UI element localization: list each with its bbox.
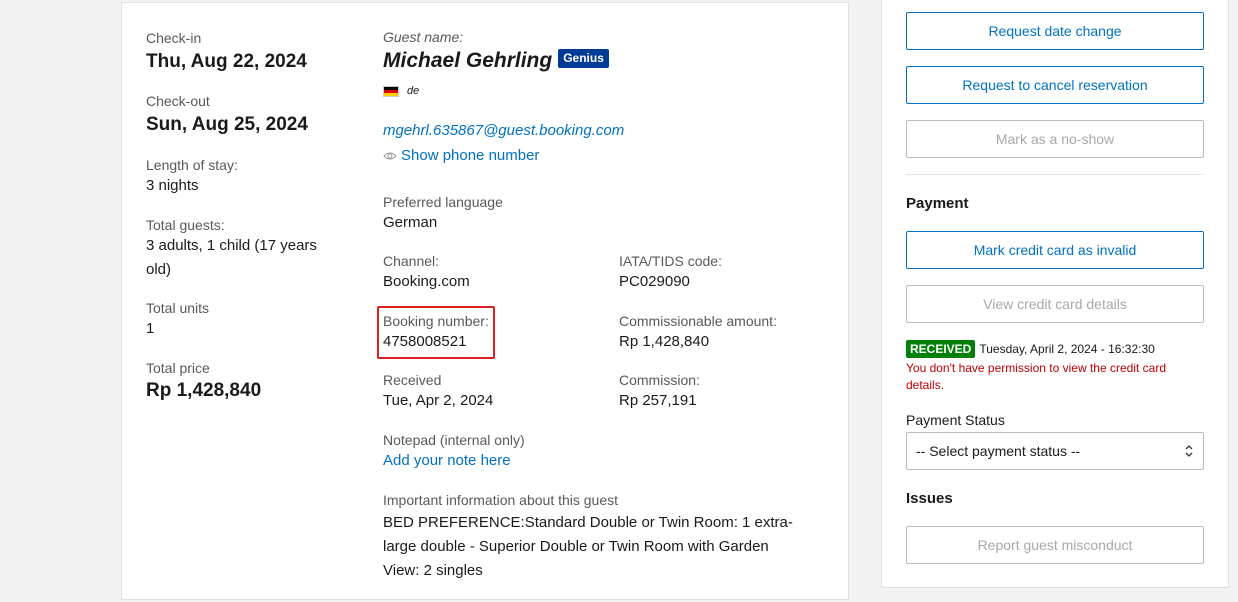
checkin-label: Check-in [146, 30, 202, 46]
view-card-details-button[interactable]: View credit card details [906, 285, 1204, 323]
total-price-label: Total price [146, 360, 210, 376]
total-guests-value: 3 adults, 1 child (17 years old) [146, 237, 317, 278]
important-info-field: Important information about this guest B… [383, 491, 803, 583]
commission-label: Commission: [619, 372, 700, 388]
length-of-stay-label: Length of stay: [146, 157, 238, 173]
request-cancel-button[interactable]: Request to cancel reservation [906, 66, 1204, 104]
guest-name: Michael Gehrling [383, 49, 553, 72]
language-code: de [407, 85, 420, 97]
length-of-stay-value: 3 nights [146, 177, 199, 194]
germany-flag-icon [383, 85, 399, 97]
guest-name-label: Guest name: [383, 29, 464, 45]
show-phone-number-link[interactable]: Show phone number [401, 145, 539, 167]
commission-value: Rp 257,191 [619, 392, 697, 409]
total-units-label: Total units [146, 300, 210, 316]
iata-field: IATA/TIDS code: PC029090 [619, 252, 722, 294]
checkout-value: Sun, Aug 25, 2024 [146, 114, 308, 135]
divider [906, 174, 1204, 175]
payment-received-row: RECEIVED Tuesday, April 2, 2024 - 16:32:… [906, 340, 1155, 358]
guest-name-row: Michael Gehrling Genius [383, 48, 609, 73]
iata-label: IATA/TIDS code: [619, 253, 722, 269]
preferred-language-field: Preferred language German [383, 193, 503, 235]
commission-field: Commission: Rp 257,191 [619, 371, 700, 413]
preferred-language-label: Preferred language [383, 194, 503, 210]
notepad-field: Notepad (internal only) Add your note he… [383, 431, 525, 472]
important-info-label: Important information about this guest [383, 492, 619, 508]
channel-field: Channel: Booking.com [383, 252, 470, 294]
report-misconduct-button[interactable]: Report guest misconduct [906, 526, 1204, 564]
total-price-value: Rp 1,428,840 [146, 380, 262, 401]
reservation-details-card: Check-in Thu, Aug 22, 2024 Check-out Sun… [121, 2, 849, 600]
add-note-link[interactable]: Add your note here [383, 450, 525, 472]
total-guests-label: Total guests: [146, 217, 225, 233]
chevron-updown-icon [1185, 445, 1193, 457]
request-date-change-button[interactable]: Request date change [906, 12, 1204, 50]
genius-badge: Genius [558, 48, 609, 68]
mark-no-show-button[interactable]: Mark as a no-show [906, 120, 1204, 158]
show-phone-row[interactable]: Show phone number [383, 145, 539, 167]
received-timestamp: Tuesday, April 2, 2024 - 16:32:30 [979, 342, 1155, 356]
total-units-value: 1 [146, 320, 155, 337]
checkin-value: Thu, Aug 22, 2024 [146, 51, 307, 72]
actions-panel: Request date change Request to cancel re… [881, 0, 1229, 588]
notepad-label: Notepad (internal only) [383, 432, 525, 448]
commissionable-value: Rp 1,428,840 [619, 333, 710, 350]
received-value: Tue, Apr 2, 2024 [383, 392, 494, 409]
booking-number-value: 4758008521 [383, 333, 467, 350]
issues-title: Issues [906, 490, 953, 507]
commissionable-field: Commissionable amount: Rp 1,428,840 [619, 312, 777, 354]
payment-status-selected: -- Select payment status -- [916, 443, 1081, 459]
commissionable-label: Commissionable amount: [619, 313, 777, 329]
booking-number-field: Booking number: 4758008521 [383, 312, 489, 354]
channel-label: Channel: [383, 253, 440, 269]
important-info-value: BED PREFERENCE:Standard Double or Twin R… [383, 514, 793, 579]
payment-status-label: Payment Status [906, 412, 1005, 428]
received-badge: RECEIVED [906, 340, 976, 358]
eye-icon [383, 152, 397, 160]
payment-title: Payment [906, 195, 969, 212]
mark-card-invalid-button[interactable]: Mark credit card as invalid [906, 231, 1204, 269]
checkout-label: Check-out [146, 93, 210, 109]
preferred-language-value: German [383, 214, 438, 231]
payment-status-select[interactable]: -- Select payment status -- [906, 432, 1204, 470]
guest-email-link[interactable]: mgehrl.635867@guest.booking.com [383, 122, 624, 139]
channel-value: Booking.com [383, 273, 470, 290]
permission-message: You don't have permission to view the cr… [906, 361, 1166, 392]
iata-value: PC029090 [619, 273, 690, 290]
received-label: Received [383, 372, 442, 388]
received-field: Received Tue, Apr 2, 2024 [383, 371, 493, 413]
booking-number-label: Booking number: [383, 313, 489, 329]
guest-language-row: de [383, 85, 419, 97]
